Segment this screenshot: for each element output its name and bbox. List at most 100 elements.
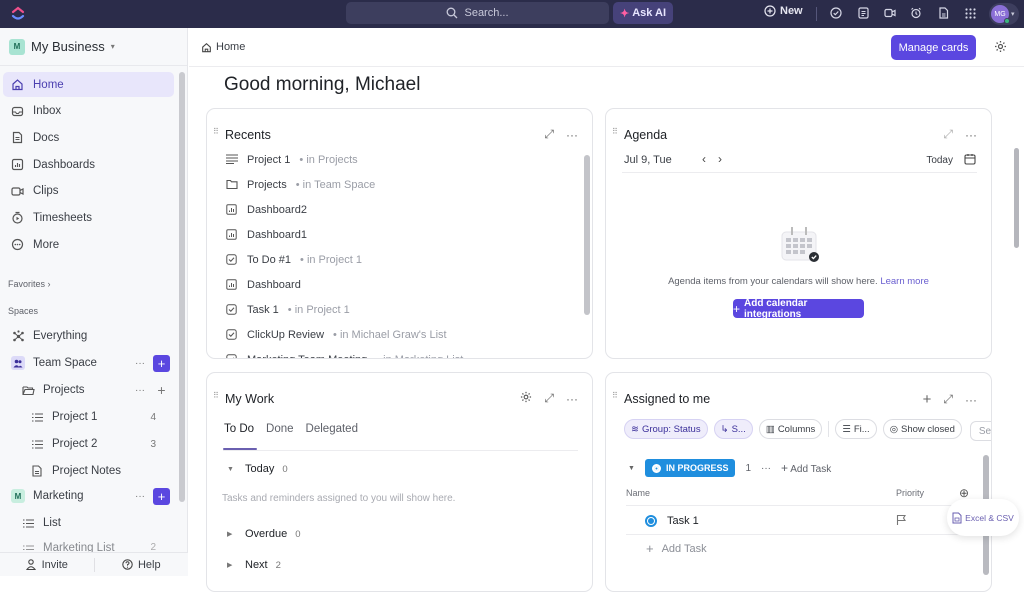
calendar-illustration-icon (781, 227, 819, 262)
manage-cards-button[interactable]: Manage cards (891, 35, 976, 60)
drag-handle-icon[interactable]: ⠿ (213, 128, 219, 140)
alarm-clock-icon[interactable] (909, 6, 923, 20)
sidebar-item-project-notes[interactable]: Project Notes (0, 458, 178, 484)
drag-handle-icon[interactable]: ⠿ (213, 392, 219, 404)
user-avatar-menu[interactable]: MG ▾ (989, 3, 1019, 25)
excel-csv-export-button[interactable]: Excel & CSV (947, 499, 1019, 536)
add-icon[interactable]: + (923, 391, 932, 408)
recent-item[interactable]: To Do #1 • in Project 1 (226, 247, 362, 272)
sidebar-item-label: More (33, 238, 60, 251)
sidebar-item-team-space[interactable]: Team Space ··· + (0, 350, 178, 376)
recent-item[interactable]: Dashboard1 (226, 222, 307, 247)
group-next[interactable]: ▶ Next 2 (227, 559, 281, 571)
today-button[interactable]: Today (926, 155, 953, 166)
recent-item[interactable]: Dashboard2 (226, 197, 307, 222)
clickup-logo-icon[interactable] (10, 6, 26, 22)
sidebar-item-everything[interactable]: Everything (0, 323, 178, 349)
search-tasks-input[interactable]: Se (970, 421, 991, 441)
group-overdue[interactable]: ▶ Overdue 0 (227, 528, 301, 540)
recent-item[interactable]: Task 1 • in Project 1 (226, 297, 350, 322)
sidebar-item-marketing-list[interactable]: Marketing List 2 (0, 536, 178, 552)
document-icon[interactable] (936, 6, 950, 20)
expand-icon[interactable]: ⤢ (943, 127, 953, 142)
columns-chip[interactable]: ▥ Columns (758, 419, 823, 439)
plus-icon[interactable]: + (153, 382, 170, 398)
add-calendar-integrations-button[interactable]: + Add calendar integrations (733, 298, 864, 320)
more-options-icon[interactable]: ··· (965, 128, 977, 142)
column-priority-header[interactable]: Priority (896, 488, 924, 498)
previous-day-button[interactable]: ‹ (702, 152, 706, 166)
breadcrumb[interactable]: Home (201, 41, 245, 53)
add-task-inline-button[interactable]: + Add Task (781, 461, 831, 475)
recent-item[interactable]: Marketing Team Meeting • in Marketing Lis… (226, 347, 463, 358)
tab-done[interactable]: Done (266, 423, 294, 435)
more-options-icon[interactable]: ··· (135, 385, 145, 396)
drag-handle-icon[interactable]: ⠿ (612, 128, 618, 140)
favorites-section[interactable]: Favorites › (8, 279, 51, 289)
recent-item[interactable]: Project 1 • in Projects (226, 147, 358, 172)
add-column-icon[interactable]: ⊕ (959, 486, 969, 500)
apps-grid-icon[interactable] (963, 6, 977, 20)
more-options-icon[interactable]: ··· (566, 128, 578, 142)
settings-gear-icon[interactable] (520, 391, 532, 406)
sidebar-item-list[interactable]: List (0, 510, 178, 536)
recent-item[interactable]: Projects • in Team Space (226, 172, 375, 197)
workspace-switcher[interactable]: M My Business ▾ (0, 28, 187, 66)
sidebar-item-projects[interactable]: Projects ··· + (0, 377, 178, 403)
drag-handle-icon[interactable]: ⠿ (612, 392, 618, 404)
filter-chip[interactable]: ☰ Fi... (835, 419, 877, 439)
recent-item[interactable]: Dashboard (226, 272, 301, 297)
show-closed-chip[interactable]: ◎ Show closed (882, 419, 962, 439)
expand-icon[interactable]: ⤢ (544, 391, 554, 406)
group-today[interactable]: ▼ Today 0 (227, 463, 288, 475)
add-to-space-button[interactable]: + (153, 354, 170, 372)
priority-flag-icon[interactable] (895, 514, 907, 526)
more-options-icon[interactable]: ··· (135, 491, 145, 502)
new-button[interactable]: New (764, 5, 803, 17)
settings-gear-icon[interactable] (994, 40, 1007, 53)
sidebar-item-more[interactable]: More (3, 232, 174, 257)
task-name[interactable]: Task 1 (667, 515, 699, 527)
help-button[interactable]: Help (95, 559, 189, 571)
ask-ai-button[interactable]: ✦ Ask AI (613, 2, 673, 24)
check-circle-icon[interactable] (829, 6, 843, 20)
status-badge[interactable]: IN PROGRESS (644, 459, 736, 477)
next-day-button[interactable]: › (718, 152, 722, 166)
expand-icon[interactable]: ⤢ (943, 392, 953, 407)
sidebar-item-project-2[interactable]: Project 2 3 (0, 431, 178, 457)
sidebar-scrollbar[interactable] (179, 72, 185, 502)
calendar-icon[interactable] (964, 153, 976, 165)
expand-icon[interactable]: ⤢ (544, 127, 554, 142)
more-options-icon[interactable]: ··· (135, 358, 145, 369)
sidebar-item-timesheets[interactable]: Timesheets (3, 205, 174, 230)
add-to-space-button[interactable]: + (153, 487, 170, 505)
sidebar-item-project-1[interactable]: Project 1 4 (0, 404, 178, 430)
add-task-button[interactable]: + Add Task (646, 541, 707, 556)
subtasks-chip[interactable]: ↳ S... (713, 419, 753, 439)
caret-down-icon[interactable]: ▼ (628, 465, 635, 472)
more-options-icon[interactable]: ··· (965, 393, 977, 407)
recent-item[interactable]: ClickUp Review • in Michael Graw's List (226, 322, 447, 347)
sidebar-item-marketing[interactable]: M Marketing ··· + (0, 483, 178, 509)
learn-more-link[interactable]: Learn more (880, 276, 929, 287)
tab-delegated[interactable]: Delegated (306, 423, 358, 435)
notepad-icon[interactable] (856, 6, 870, 20)
sidebar-item-clips[interactable]: Clips (3, 179, 174, 204)
tab-to-do[interactable]: To Do (224, 423, 254, 435)
main-scrollbar[interactable] (1014, 148, 1019, 248)
sidebar-item-inbox[interactable]: Inbox (3, 99, 174, 124)
card-title: Agenda (624, 128, 668, 142)
more-options-icon[interactable]: ··· (761, 463, 771, 474)
sidebar-item-dashboards[interactable]: Dashboards (3, 152, 174, 177)
group-by-status-chip[interactable]: ≋ Group: Status (624, 419, 708, 439)
invite-button[interactable]: Invite (0, 559, 94, 571)
more-options-icon[interactable]: ··· (566, 392, 578, 406)
video-icon[interactable] (883, 6, 897, 20)
search-bar[interactable]: Search... (346, 2, 609, 24)
table-row[interactable]: Task 1 (626, 507, 967, 535)
sidebar-item-home[interactable]: Home (3, 72, 174, 97)
column-name-header[interactable]: Name (626, 488, 650, 498)
sidebar-item-docs[interactable]: Docs (3, 125, 174, 150)
recents-scrollbar[interactable] (584, 155, 590, 315)
task-status-icon[interactable] (645, 514, 657, 527)
